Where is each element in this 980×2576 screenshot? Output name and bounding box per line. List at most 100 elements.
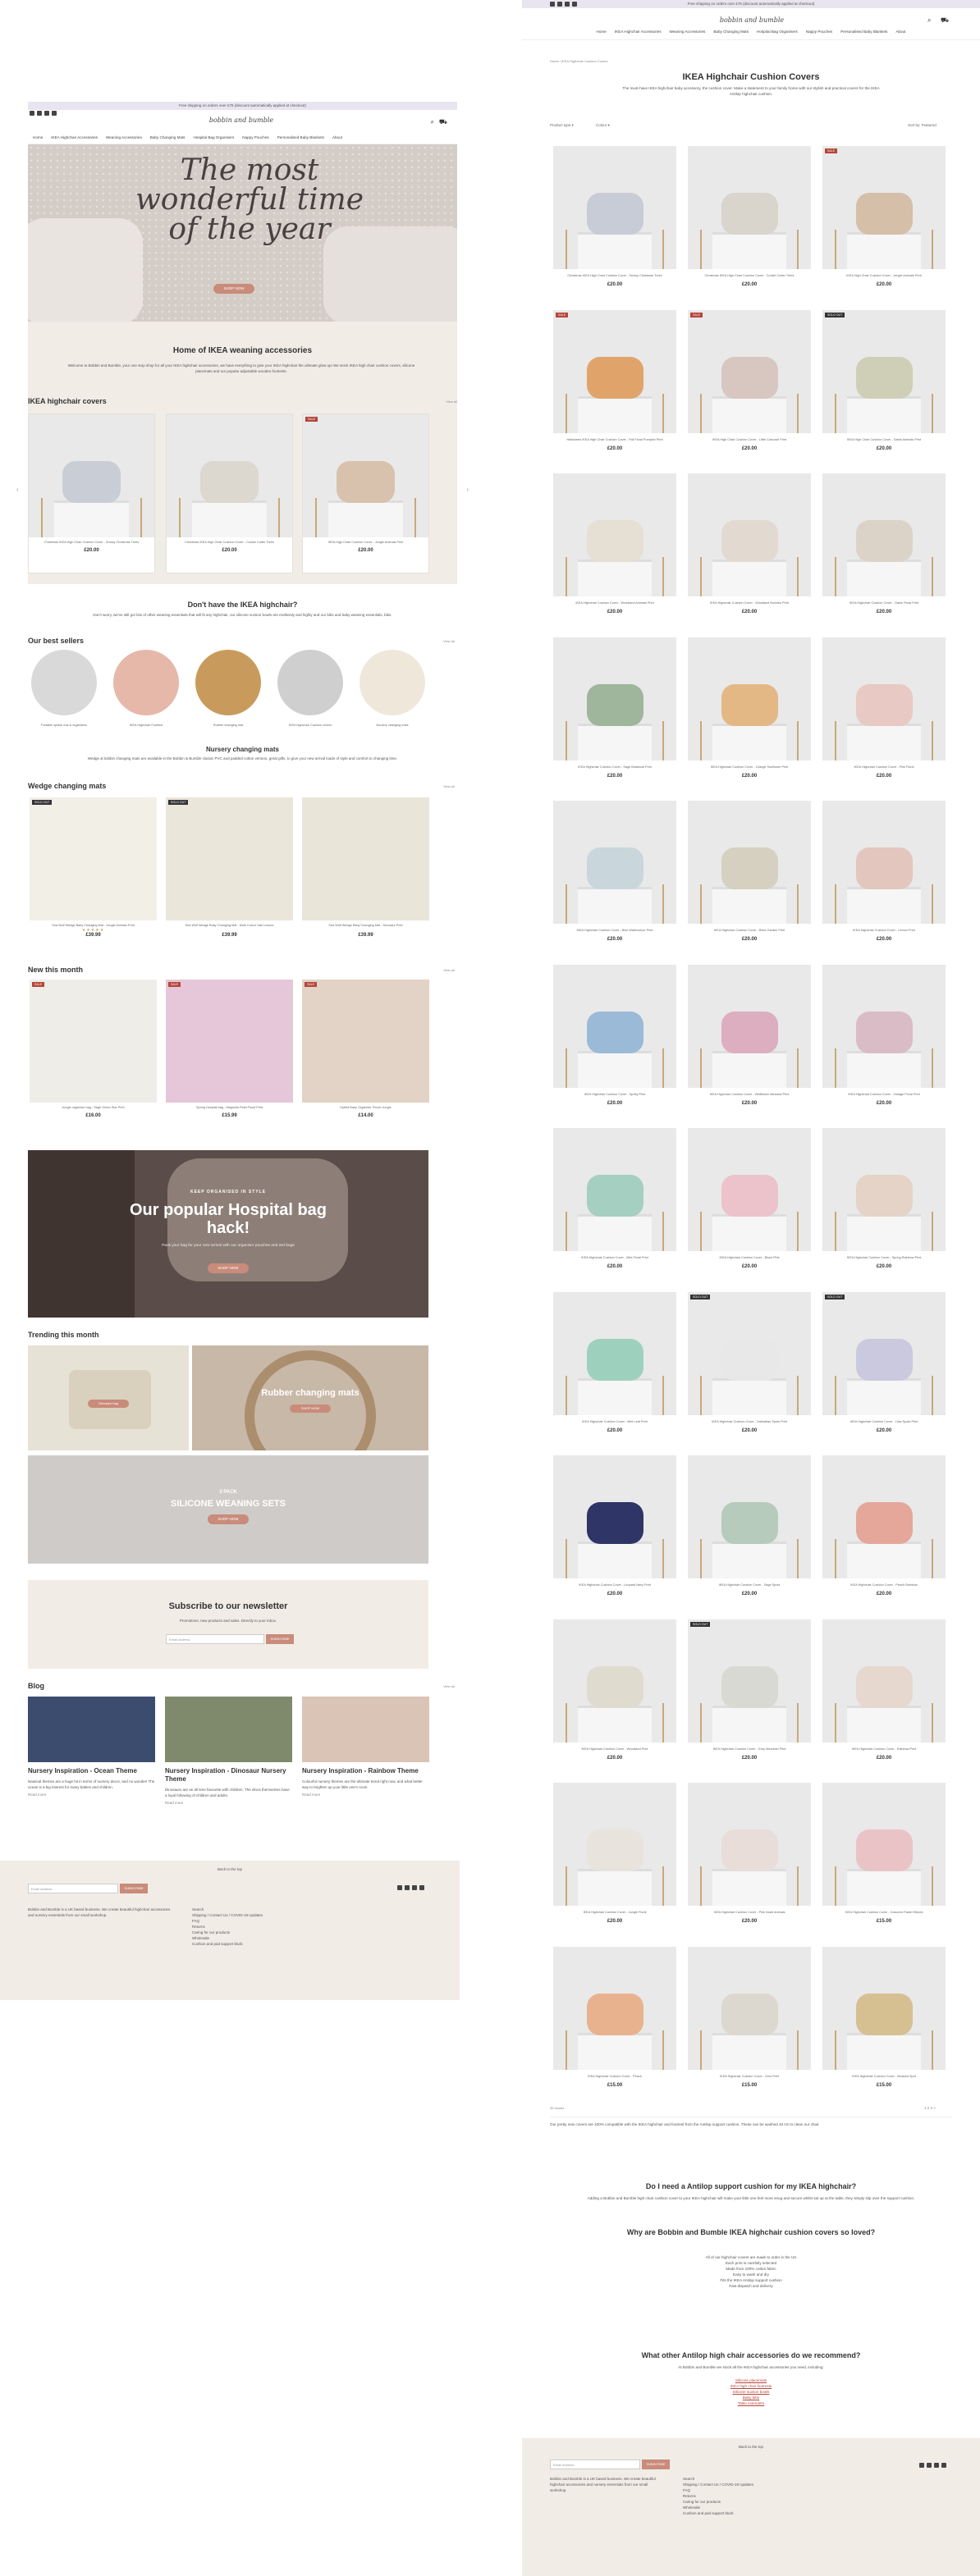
product-card[interactable]: IKEA Highchair Cushion Cover - Woodland … — [688, 473, 811, 614]
product-image[interactable] — [553, 801, 676, 924]
hero-shop-button[interactable]: SHOP NOW — [213, 284, 254, 294]
product-card[interactable]: IKEA Highchair Cushion Cover - Spring Ra… — [822, 1128, 946, 1269]
product-title[interactable]: IKEA Highchair Cushion Cover - Peach — [553, 2075, 676, 2079]
product-card[interactable]: IKEA Highchair Cushion Cover - Jungle Fl… — [553, 1783, 676, 1924]
product-card[interactable]: IKEA Highchair Cushion Cover - Orange Su… — [688, 637, 811, 779]
product-image[interactable] — [553, 1128, 676, 1251]
blog-card[interactable]: Nursery Inspiration - Rainbow Theme Colo… — [302, 1697, 429, 1797]
product-image[interactable] — [822, 1619, 946, 1742]
footer-link[interactable]: Caring for our products — [192, 1930, 291, 1935]
product-title[interactable]: Sea Wolf Wedge Baby Changing Mat - Multi… — [166, 924, 293, 928]
best-seller-label[interactable]: Nursery changing mats — [359, 724, 425, 728]
product-image[interactable] — [822, 1946, 946, 2070]
best-seller-label[interactable]: Portable splash mat & organisers — [31, 724, 97, 728]
nav-item[interactable]: Personalised Baby Blankets — [840, 30, 887, 34]
nav-item[interactable]: Baby Changing Mats — [150, 135, 185, 139]
product-title[interactable]: IKEA Highchair Cushion Cover - Spring Ra… — [822, 1256, 946, 1260]
footer-link[interactable]: Shipping / Contact Us / COVID-19 Updates — [683, 2482, 781, 2487]
filter-colour[interactable]: Colour ▾ — [596, 123, 610, 128]
product-image[interactable] — [553, 1619, 676, 1742]
product-title[interactable]: Christmas IKEA High Chair Cushion Cover … — [553, 274, 676, 278]
best-seller-label[interactable]: IKEA highchair Cushion covers — [277, 724, 343, 728]
product-title[interactable]: IKEA Highchair Cushion Cover - Sage Spot… — [688, 1583, 811, 1587]
product-title[interactable]: IKEA Highchair Cushion Cover - Oasis Flo… — [822, 601, 946, 605]
footer-link[interactable]: Caring for our products — [683, 2499, 781, 2505]
product-image[interactable] — [822, 1128, 946, 1251]
facebook-icon[interactable] — [550, 2, 555, 7]
product-image[interactable]: SOLD OUT — [688, 1619, 811, 1742]
carousel-next-icon[interactable]: › — [466, 486, 469, 493]
best-seller-image[interactable] — [31, 650, 97, 715]
product-image[interactable] — [688, 964, 811, 1088]
best-seller-label[interactable]: IKEA Highchair Footrest — [113, 724, 179, 728]
product-title[interactable]: IKEA Highchair Cushion Cover - Lemon Pri… — [822, 929, 946, 933]
product-image[interactable] — [553, 1455, 676, 1578]
product-card[interactable]: Christmas IKEA High Chair Cushion Cover … — [166, 413, 293, 573]
product-card[interactable]: SALE Halloween IKEA High Chair Cushion Co… — [553, 309, 676, 451]
product-title[interactable]: IKEA High Chair Cushion Cover - Jungle A… — [822, 274, 946, 278]
hospital-shop-button[interactable]: SHOP NOW — [208, 1263, 249, 1273]
nav-item[interactable]: Weaning Accessories — [670, 30, 706, 34]
product-card[interactable]: IKEA Highchair Cushion Cover - Vintage F… — [822, 964, 946, 1106]
sort-select[interactable]: Sort by: Featured — [908, 123, 936, 127]
product-card[interactable]: Christmas IKEA High Chair Cushion Cover … — [28, 413, 155, 573]
product-image[interactable] — [553, 1783, 676, 1906]
facebook-icon[interactable] — [397, 1885, 402, 1890]
facebook-icon[interactable] — [919, 2463, 924, 2468]
nav-item[interactable]: IKEA Highchair Accessories — [615, 30, 662, 34]
product-title[interactable]: IKEA Highchair Cushion Cover - Blush Pin… — [688, 1256, 811, 1260]
footer-link[interactable]: Cushion and pad support blurb — [192, 1941, 291, 1947]
product-title[interactable]: Sea Wolf Wedge Baby Changing Mat - Dinos… — [302, 924, 429, 928]
product-card[interactable]: SALE Jungle organiser bag - Sage Green S… — [30, 980, 157, 1135]
footer-link[interactable]: Cushion and pad support blurb — [683, 2510, 781, 2516]
product-card[interactable]: SALE IKEA High Chair Cushion Cover - Jun… — [302, 413, 429, 573]
pinterest-icon[interactable] — [565, 2, 570, 7]
nav-item[interactable]: About — [332, 135, 342, 139]
product-card[interactable]: IKEA Highchair Cushion Cover - Blue Wate… — [553, 801, 676, 942]
product-card[interactable]: IKEA Highchair Cushion Cover - Leopard N… — [553, 1455, 676, 1596]
footer-link[interactable]: Shipping / Contact Us / COVID-19 Updates — [192, 1912, 291, 1918]
product-image[interactable] — [688, 801, 811, 924]
product-title[interactable]: Hybrid Baby Organiser Pouch Jungle — [302, 1106, 429, 1110]
nav-item[interactable]: Baby Changing Mats — [713, 30, 749, 34]
product-card[interactable]: IKEA Highchair Cushion Cover - Mint Flor… — [553, 1128, 676, 1269]
pagination[interactable]: 1 2 3 > — [924, 2106, 936, 2110]
view-all-link[interactable]: View all — [443, 1684, 455, 1688]
nav-item[interactable]: Weaning Accessories — [106, 135, 142, 139]
product-card[interactable]: Christmas IKEA High Chair Cushion Cover … — [688, 146, 811, 287]
trending-shop-button[interactable]: SHOP NOW — [290, 1404, 331, 1413]
product-card[interactable]: IKEA Highchair Cushion Cover - Lemon Pri… — [822, 801, 946, 942]
search-icon[interactable]: ⌕ — [431, 118, 434, 126]
product-title[interactable]: IKEA Highchair Cushion Cover - Coloured … — [822, 1911, 946, 1915]
best-seller-image[interactable] — [195, 650, 261, 715]
read-more-link[interactable]: Read more — [28, 1792, 155, 1797]
product-image[interactable] — [688, 1455, 811, 1578]
product-title[interactable]: IKEA Highchair Cushion Cover - Bees Gard… — [688, 929, 811, 933]
product-card[interactable]: SOLD OUT Sea Wolf Wedge Baby Changing Ma… — [30, 797, 157, 953]
trending-dinosaur-banner[interactable]: Dinosaur bag — [28, 1345, 189, 1450]
nav-item[interactable]: Home — [33, 135, 43, 139]
back-to-top-link[interactable]: Back to the top — [0, 1867, 460, 1871]
product-card[interactable]: SOLD OUT IKEA Highchair Cushion Cover - D… — [688, 1291, 811, 1433]
product-card[interactable]: SOLD OUT Sea Wolf Wedge Baby Changing Ma… — [166, 797, 293, 953]
product-title[interactable]: IKEA Highchair Cushion Cover - Pink Flor… — [822, 765, 946, 770]
footer-link[interactable]: Search — [192, 1907, 291, 1912]
accessory-link[interactable]: Table extenders — [670, 2400, 832, 2406]
tiktok-icon[interactable] — [419, 1885, 424, 1890]
accessory-link[interactable]: Baby bibs — [670, 2395, 832, 2400]
best-seller-image[interactable] — [277, 650, 343, 715]
product-image[interactable] — [553, 146, 676, 269]
product-card[interactable]: IKEA Highchair Cushion Cover - Woodland … — [553, 473, 676, 614]
newsletter-email-input[interactable]: Email address — [166, 1634, 264, 1644]
product-image[interactable] — [688, 1783, 811, 1906]
facebook-icon[interactable] — [30, 111, 34, 116]
product-card[interactable]: Sea Wolf Wedge Baby Changing Mat - Dinos… — [302, 797, 429, 953]
footer-link[interactable]: Wholesale — [192, 1935, 291, 1941]
nav-item[interactable]: About — [895, 30, 905, 34]
product-image[interactable]: SOLD OUT — [822, 1291, 946, 1415]
best-seller-image[interactable] — [113, 650, 179, 715]
product-image[interactable]: SALE — [688, 309, 811, 433]
blog-title[interactable]: Nursery Inspiration - Rainbow Theme — [302, 1767, 429, 1775]
product-card[interactable]: IKEA Highchair Cushion Cover - Bees Gard… — [688, 801, 811, 942]
product-title[interactable]: IKEA Highchair Cushion Cover - Woodland … — [688, 601, 811, 605]
